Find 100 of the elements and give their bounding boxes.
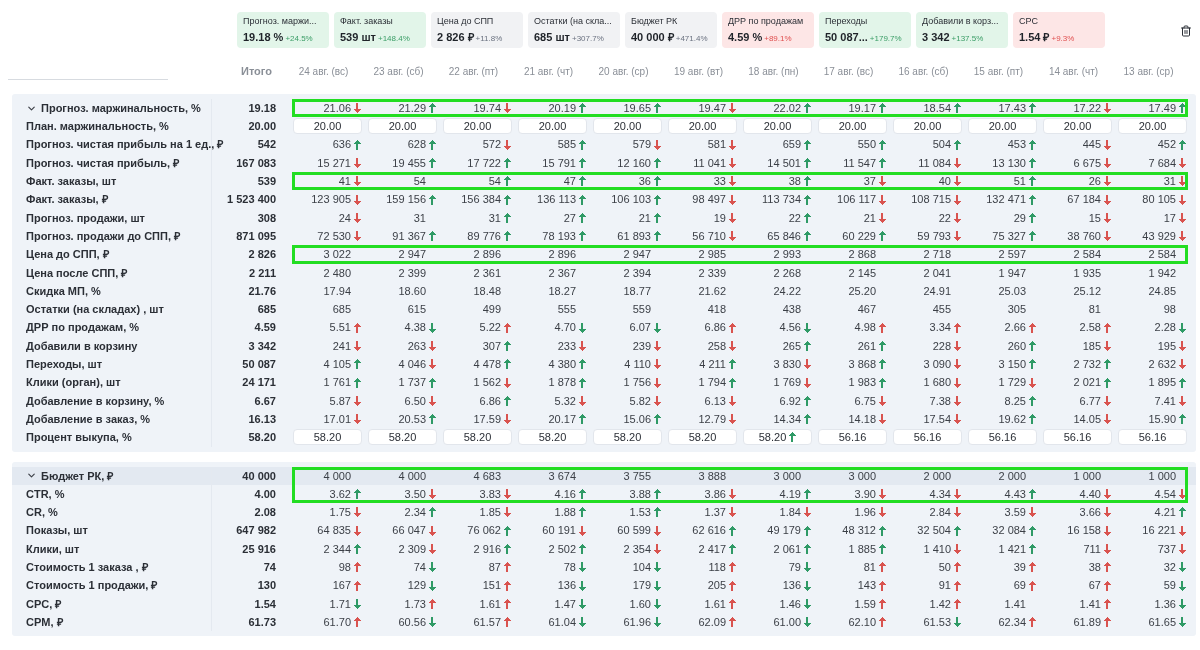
value-input[interactable]: 20.00 — [1043, 118, 1112, 135]
value-input[interactable]: 20.00 — [893, 118, 962, 135]
table-cell-text: 3.59 — [1004, 505, 1026, 521]
value-input[interactable]: 20.00 — [743, 118, 812, 135]
row-label: Прогноз. маржинальность, % — [41, 100, 201, 116]
table-cell-text: 2 584 — [1073, 247, 1101, 263]
table-cell-text: 4.70 — [554, 320, 576, 336]
metric-card[interactable]: CPC 1.54 ₽ +9.3% — [1013, 12, 1105, 48]
table-cell-text: 418 — [707, 302, 726, 318]
value-input[interactable]: 58.20 — [743, 429, 812, 446]
metric-card[interactable]: Остатки (на скла... 685 шт +307.7% — [528, 12, 620, 48]
table-cell-text: 29 — [1013, 210, 1026, 226]
metric-card[interactable]: Бюджет РК 40 000 ₽ +471.4% — [625, 12, 717, 48]
value-input[interactable]: 56.16 — [1118, 429, 1187, 446]
table-cell-text: 98 497 — [692, 192, 726, 208]
card-label: Остатки (на скла... — [534, 15, 613, 28]
value-input[interactable]: 20.00 — [818, 118, 887, 135]
table-cell-text: 2.34 — [404, 505, 426, 521]
value-input[interactable]: 58.20 — [443, 429, 512, 446]
table-cell-text: 41 — [338, 174, 351, 190]
value-input[interactable]: 20.00 — [443, 118, 512, 135]
table-cell-text: 185 — [1082, 338, 1101, 354]
table-cell-text: 4 211 — [699, 357, 726, 373]
value-input[interactable]: 56.16 — [1043, 429, 1112, 446]
table-cell-text: 307 — [482, 338, 501, 354]
table-cell-text: 32 084 — [992, 523, 1026, 539]
table-cell-text: 16 221 — [1142, 523, 1176, 539]
table-cell-text: 67 — [1088, 578, 1101, 594]
delete-button[interactable] — [1180, 25, 1192, 37]
card-change: +89.1% — [764, 32, 792, 45]
table-cell-text: 239 — [632, 338, 651, 354]
value-input[interactable]: 20.00 — [668, 118, 737, 135]
row-label: Клики, шт — [26, 541, 80, 557]
metric-card[interactable]: Факт. заказы 539 шт +148.4% — [334, 12, 426, 48]
table-cell-text: 64 835 — [317, 523, 351, 539]
value-input[interactable]: 58.20 — [593, 429, 662, 446]
metric-card[interactable]: Добавили в корз... 3 342 +137.5% — [916, 12, 1008, 48]
metric-card[interactable]: Цена до СПП 2 826 ₽ +11.8% — [431, 12, 523, 48]
table-cell-text: 7.41 — [1154, 393, 1176, 409]
table-cell-text: 504 — [932, 137, 951, 153]
table-cell-text: 233 — [557, 338, 576, 354]
card-label: Цена до СПП — [437, 15, 495, 28]
value-input[interactable]: 20.00 — [968, 118, 1037, 135]
table-cell-text: 2 344 — [323, 541, 351, 557]
table-cell-text: 1.61 — [479, 596, 501, 612]
value-input[interactable]: 58.20 — [668, 429, 737, 446]
value-input[interactable]: 20.00 — [293, 118, 362, 135]
total-cell-text: 2 826 — [248, 247, 276, 263]
value-input[interactable]: 58.20 — [293, 429, 362, 446]
table-cell-text: 2.58 — [1079, 320, 1101, 336]
value-input[interactable]: 56.16 — [893, 429, 962, 446]
table-cell-text: 39 — [1013, 560, 1026, 575]
table-cell-text: 24 — [338, 210, 351, 226]
table-cell-text: 2 718 — [923, 247, 951, 263]
card-label: CPC — [1019, 15, 1039, 28]
metric-card[interactable]: Прогноз. маржи... 19.18 % +24.5% — [237, 12, 329, 48]
table-cell-text: 499 — [482, 302, 501, 318]
table-cell-text: 60 599 — [617, 523, 651, 539]
table-cell-text: 106 117 — [837, 192, 876, 208]
total-cell-text: 40 000 — [242, 468, 276, 484]
table-cell-text: 2 041 — [923, 265, 951, 281]
table-cell-text: 15.90 — [1148, 411, 1176, 427]
column-header: 14 авг. (чт) — [1048, 64, 1099, 79]
table-cell-text: 26 — [1088, 174, 1101, 190]
row-label: CTR, % — [26, 486, 65, 502]
value-input[interactable]: 56.16 — [968, 429, 1037, 446]
value-input[interactable]: 58.20 — [518, 429, 587, 446]
table-cell-text: 579 — [632, 137, 651, 153]
value-input[interactable]: 20.00 — [368, 118, 437, 135]
table-cell-text: 1 769 — [773, 375, 801, 391]
card-label: ДРР по продажам — [728, 15, 805, 28]
value-input[interactable]: 56.16 — [818, 429, 887, 446]
metric-card[interactable]: ДРР по продажам 4.59 % +89.1% — [722, 12, 814, 48]
table-cell-text: 2 916 — [473, 541, 501, 557]
table-cell-text: 228 — [932, 338, 951, 354]
table-cell-text: 89 776 — [467, 228, 501, 244]
value-input[interactable]: 20.00 — [1118, 118, 1187, 135]
table-cell-text: 33 — [713, 174, 726, 190]
metric-card[interactable]: Переходы 50 087... +179.7% — [819, 12, 911, 48]
value-input[interactable]: 20.00 — [518, 118, 587, 135]
total-cell-text: 58.20 — [248, 430, 276, 446]
table-cell-text: 1 410 — [923, 541, 951, 557]
table-cell-text: 17.22 — [1073, 100, 1101, 116]
table-cell-text: 47 — [563, 174, 576, 190]
table-cell-text: 31 — [488, 210, 501, 226]
table-cell-text: 66 047 — [392, 523, 426, 539]
table-cell-text: 2 361 — [473, 265, 501, 281]
table-cell-text: 14.34 — [773, 411, 801, 427]
table-cell-text: 104 — [632, 560, 651, 575]
total-cell-text: 20.00 — [248, 119, 276, 135]
card-change: +24.5% — [285, 32, 313, 45]
table-cell-text: 15 — [1088, 210, 1101, 226]
table-cell-text: 2 993 — [773, 247, 801, 263]
table-cell-text: 737 — [1157, 541, 1176, 557]
table-cell-text: 3 868 — [848, 357, 876, 373]
table-cell-text: 24.85 — [1148, 283, 1176, 299]
table-cell-text: 61.96 — [623, 614, 651, 630]
value-input[interactable]: 20.00 — [593, 118, 662, 135]
card-label: Добавили в корз... — [922, 15, 1000, 28]
value-input[interactable]: 58.20 — [368, 429, 437, 446]
